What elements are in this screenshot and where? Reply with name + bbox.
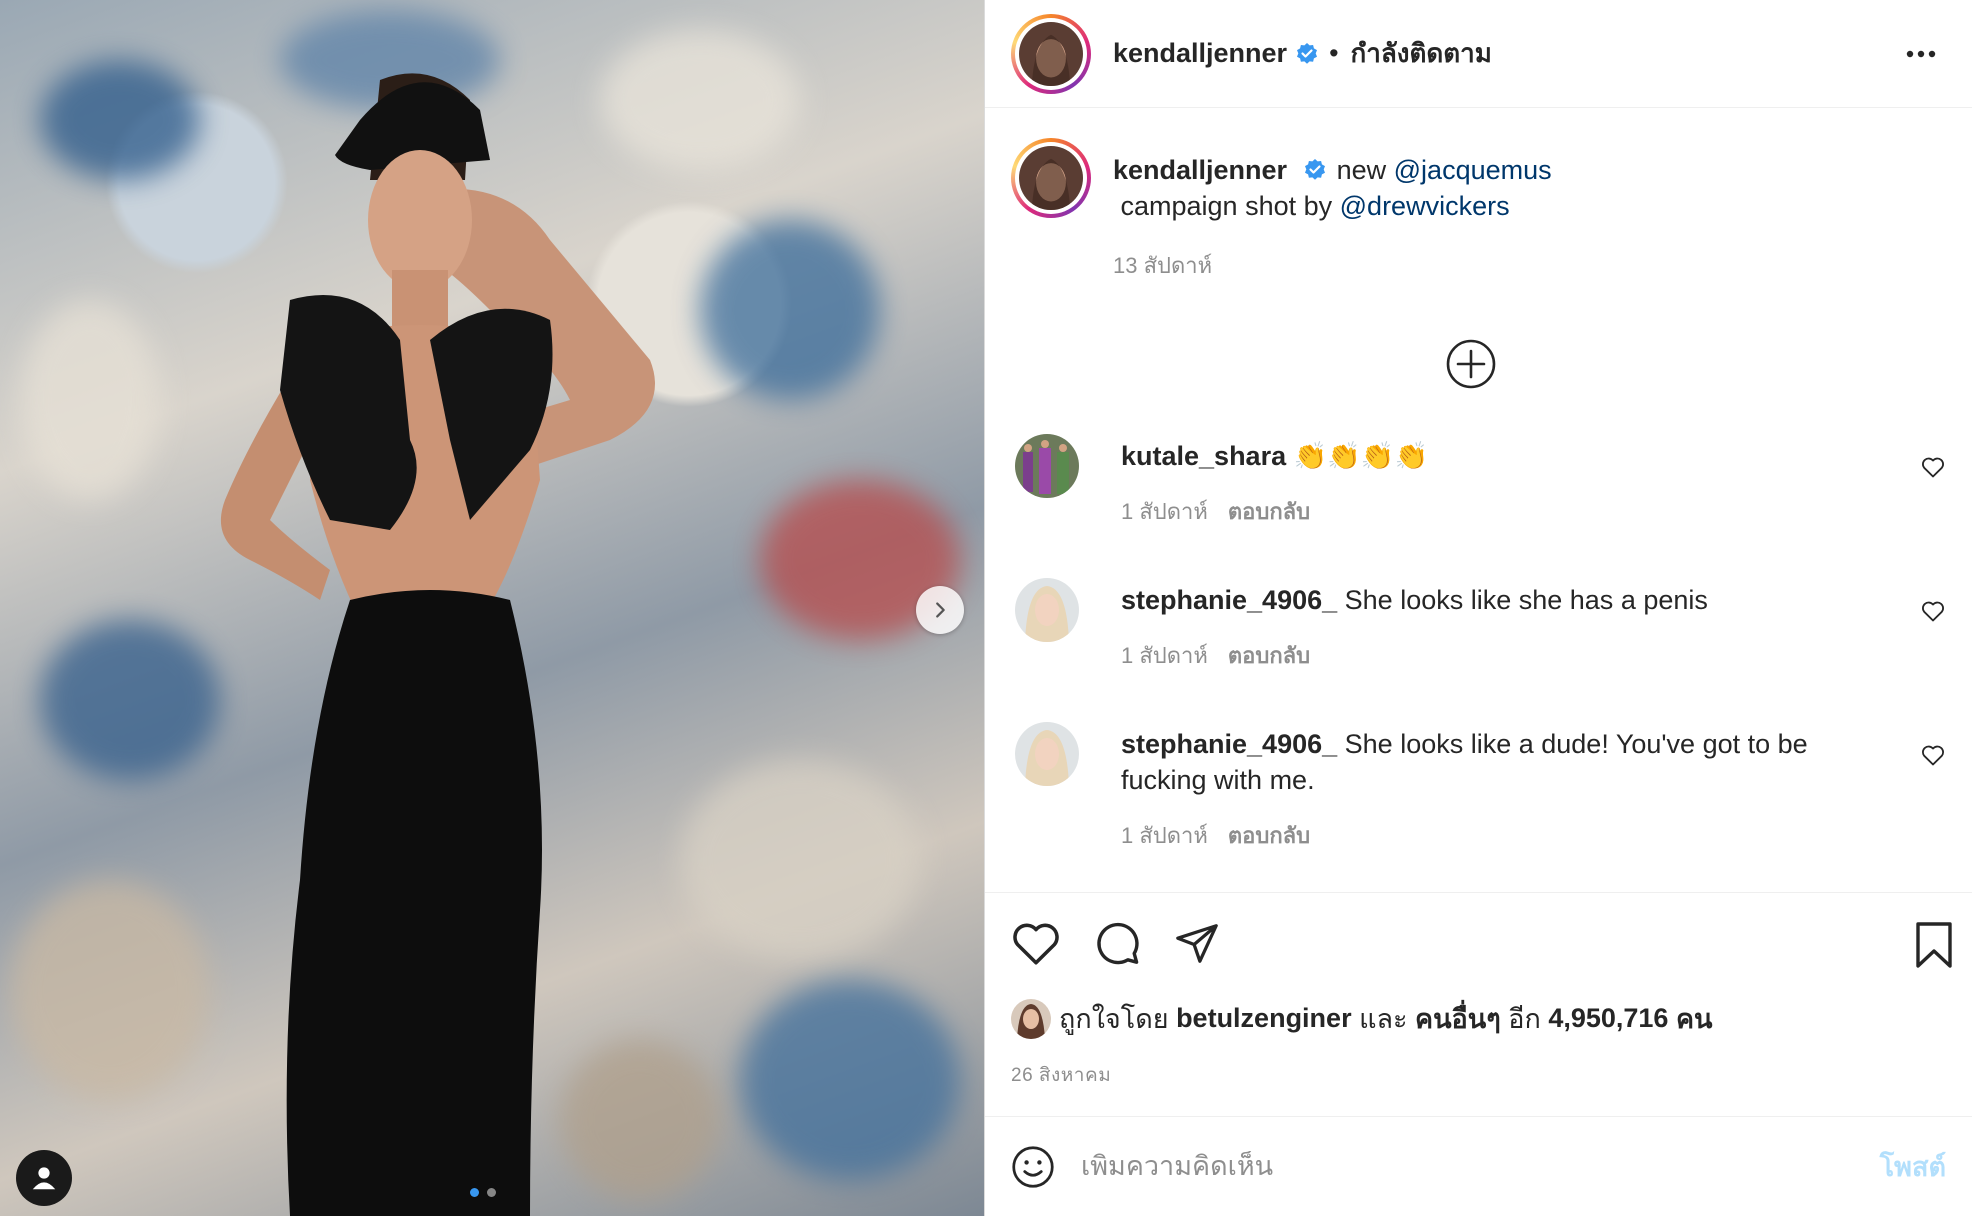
caption-username[interactable]: kendalljenner bbox=[1113, 155, 1287, 185]
model-figure bbox=[220, 73, 655, 1216]
comments-section: kendalljenner new @jacquemus campaign sh… bbox=[985, 108, 1972, 892]
comment-item: kutale_shara 👏👏👏👏 1 สัปดาห์ ตอบกลับ bbox=[1015, 434, 1945, 530]
heart-icon[interactable] bbox=[1921, 456, 1945, 478]
instagram-post: kendalljenner • กำลังติดตาม kendalljenne… bbox=[0, 0, 1972, 1216]
caption-avatar bbox=[1019, 146, 1083, 210]
reply-button[interactable]: ตอบกลับ bbox=[1228, 499, 1310, 524]
comment-time[interactable]: 1 สัปดาห์ bbox=[1121, 499, 1208, 524]
post-header: kendalljenner • กำลังติดตาม bbox=[985, 0, 1972, 108]
comment-input[interactable] bbox=[1081, 1151, 1880, 1182]
heart-icon[interactable] bbox=[1011, 920, 1061, 966]
mention-drewvickers[interactable]: @drewvickers bbox=[1340, 191, 1510, 221]
commenter-avatar[interactable] bbox=[1015, 722, 1079, 786]
post-sidebar: kendalljenner • กำลังติดตาม kendalljenne… bbox=[984, 0, 1972, 1216]
commenter-avatar[interactable] bbox=[1015, 578, 1079, 642]
comment-username[interactable]: kutale_shara bbox=[1121, 441, 1286, 471]
caption-story-ring[interactable] bbox=[1011, 138, 1091, 218]
caption-text-2: campaign shot by bbox=[1113, 191, 1340, 221]
next-slide-button[interactable] bbox=[916, 586, 964, 634]
comment-text: She looks like she has a penis bbox=[1344, 585, 1708, 615]
action-bar: ถูกใจโดย betulzenginer และ คนอื่นๆ อีก 4… bbox=[985, 892, 1972, 1116]
comment-time[interactable]: 1 สัปดาห์ bbox=[1121, 823, 1208, 848]
post-date[interactable]: 26 สิงหาคม bbox=[1011, 1060, 1946, 1090]
post-comment-button[interactable]: โพสต์ bbox=[1880, 1145, 1946, 1188]
reply-button[interactable]: ตอบกลับ bbox=[1228, 823, 1310, 848]
emoji-icon[interactable] bbox=[1011, 1145, 1055, 1189]
user-icon bbox=[32, 1167, 56, 1190]
add-comment-bar: โพสต์ bbox=[985, 1116, 1972, 1216]
comment-text: 👏👏👏👏 bbox=[1293, 441, 1429, 471]
likes-others-link[interactable]: คนอื่นๆ bbox=[1415, 997, 1501, 1040]
avatar bbox=[1019, 21, 1083, 86]
heart-icon[interactable] bbox=[1921, 600, 1945, 622]
heart-icon[interactable] bbox=[1921, 744, 1945, 766]
comment-item: stephanie_4906_ She looks like she has a… bbox=[1015, 578, 1945, 674]
likes-count-prefix: อีก bbox=[1500, 1004, 1549, 1034]
header-separator: • bbox=[1329, 38, 1339, 68]
carousel-dot-1 bbox=[470, 1188, 479, 1197]
liker-username[interactable]: betulzenginer bbox=[1176, 1003, 1352, 1034]
caption-text-1: new bbox=[1336, 155, 1394, 185]
plus-circle-icon[interactable] bbox=[1445, 338, 1497, 390]
comment-item: stephanie_4906_ She looks like a dude! Y… bbox=[1015, 722, 1945, 854]
verified-badge-icon bbox=[1304, 159, 1325, 180]
verified-badge-icon bbox=[1297, 42, 1318, 64]
likes-count-suffix: คน bbox=[1668, 1004, 1713, 1034]
comment-time[interactable]: 1 สัปดาห์ bbox=[1121, 643, 1208, 668]
carousel-dot-2 bbox=[487, 1188, 496, 1197]
likes-summary: ถูกใจโดย betulzenginer และ คนอื่นๆ อีก 4… bbox=[1011, 997, 1946, 1040]
likes-count[interactable]: 4,950,716 bbox=[1548, 1003, 1668, 1034]
more-horizontal-icon bbox=[1906, 50, 1936, 57]
story-ring[interactable] bbox=[1011, 13, 1091, 94]
caption-time[interactable]: 13 สัปดาห์ bbox=[1113, 248, 1946, 284]
share-icon[interactable] bbox=[1173, 920, 1221, 966]
reply-button[interactable]: ตอบกลับ bbox=[1228, 643, 1310, 668]
bookmark-icon[interactable] bbox=[1914, 921, 1954, 969]
tagged-users-button[interactable] bbox=[16, 1150, 72, 1206]
header-username[interactable]: kendalljenner bbox=[1113, 38, 1287, 69]
caption: kendalljenner new @jacquemus campaign sh… bbox=[1011, 138, 1946, 284]
comment-icon[interactable] bbox=[1093, 919, 1141, 967]
comment-username[interactable]: stephanie_4906_ bbox=[1121, 585, 1337, 615]
following-button[interactable]: กำลังติดตาม bbox=[1351, 33, 1492, 74]
mention-jacquemus[interactable]: @jacquemus bbox=[1394, 155, 1552, 185]
carousel-indicator bbox=[470, 1188, 496, 1197]
commenter-avatar[interactable] bbox=[1015, 434, 1079, 498]
more-options-button[interactable] bbox=[1896, 35, 1946, 73]
likes-prefix: ถูกใจโดย bbox=[1059, 1004, 1177, 1034]
liker-avatar[interactable] bbox=[1011, 998, 1051, 1039]
post-media[interactable] bbox=[0, 0, 984, 1216]
chevron-right-icon bbox=[936, 602, 945, 618]
likes-and: และ bbox=[1351, 1004, 1416, 1034]
comment-username[interactable]: stephanie_4906_ bbox=[1121, 729, 1337, 759]
